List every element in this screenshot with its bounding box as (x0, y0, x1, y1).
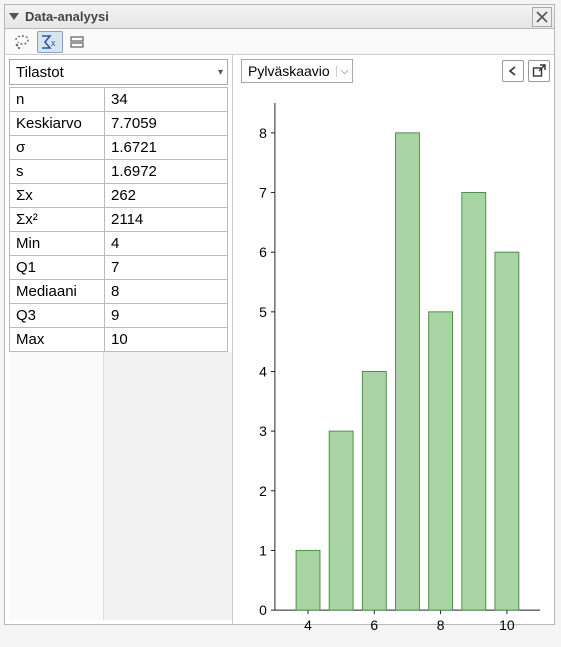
table-row: Σx²2114 (10, 208, 228, 232)
panel-body: Tilastot ▾ n34Keskiarvo7.7059σ1.6721s1.6… (5, 55, 554, 624)
stat-value: 1.6721 (105, 136, 228, 160)
table-row: Σx262 (10, 184, 228, 208)
stats-filler (9, 352, 232, 620)
chart-popout-button[interactable] (528, 60, 550, 82)
chevron-down-icon: ⌵ (336, 66, 349, 77)
bar (296, 550, 320, 610)
bar (462, 193, 486, 611)
svg-text:8: 8 (259, 125, 267, 141)
svg-text:5: 5 (259, 304, 267, 320)
stat-value: 7 (105, 256, 228, 280)
stat-value: 8 (105, 280, 228, 304)
bar (495, 252, 519, 610)
arrow-left-boxed-icon (506, 64, 520, 78)
stat-label: σ (10, 136, 105, 160)
svg-text:4: 4 (259, 363, 267, 379)
stat-label: Q3 (10, 304, 105, 328)
stats-table: n34Keskiarvo7.7059σ1.6721s1.6972Σx262Σx²… (9, 87, 228, 352)
stat-value: 7.7059 (105, 112, 228, 136)
close-icon (536, 11, 548, 23)
bar (329, 431, 353, 610)
stat-label: s (10, 160, 105, 184)
svg-text:7: 7 (259, 185, 267, 201)
stat-value: 1.6972 (105, 160, 228, 184)
svg-text:3: 3 (259, 423, 267, 439)
stat-value: 34 (105, 88, 228, 112)
table-row: Q17 (10, 256, 228, 280)
stats-view-combo-label: Tilastot (16, 64, 64, 81)
svg-text:6: 6 (259, 244, 267, 260)
table-row: Mediaani8 (10, 280, 228, 304)
popout-icon (532, 64, 546, 78)
bar (396, 133, 420, 610)
stat-label: Keskiarvo (10, 112, 105, 136)
table-row: σ1.6721 (10, 136, 228, 160)
stats-view-combo[interactable]: Tilastot ▾ (9, 59, 228, 85)
stat-label: Mediaani (10, 280, 105, 304)
stats-column: Tilastot ▾ n34Keskiarvo7.7059σ1.6721s1.6… (5, 55, 233, 624)
chevron-down-icon: ▾ (218, 67, 223, 78)
stat-value: 4 (105, 232, 228, 256)
stack-icon (69, 34, 87, 50)
svg-text:0: 0 (259, 602, 267, 618)
select-tool-button[interactable] (9, 31, 35, 53)
panel-title: Data-analyysi (25, 9, 109, 24)
stack-tool-button[interactable] (65, 31, 91, 53)
data-analysis-panel: Data-analyysi x (4, 4, 555, 625)
chart-type-combo-label: Pylväskaavio (248, 63, 330, 79)
table-row: Max10 (10, 328, 228, 352)
table-row: Q39 (10, 304, 228, 328)
chart-area[interactable]: 01234567846810 (241, 83, 550, 644)
stat-value: 2114 (105, 208, 228, 232)
stat-value: 262 (105, 184, 228, 208)
sigma-x-icon: x (40, 34, 60, 50)
chart-type-combo[interactable]: Pylväskaavio ⌵ (241, 59, 353, 83)
stat-label: Max (10, 328, 105, 352)
chart-prev-button[interactable] (502, 60, 524, 82)
table-row: Keskiarvo7.7059 (10, 112, 228, 136)
chart-header: Pylväskaavio ⌵ (241, 59, 550, 83)
stat-value: 9 (105, 304, 228, 328)
stat-label: n (10, 88, 105, 112)
collapse-triangle-icon[interactable] (9, 13, 19, 20)
lasso-icon (13, 34, 31, 50)
table-row: Min4 (10, 232, 228, 256)
svg-text:2: 2 (259, 483, 267, 499)
table-row: s1.6972 (10, 160, 228, 184)
stat-label: Min (10, 232, 105, 256)
bar-chart: 01234567846810 (241, 83, 550, 644)
stat-label: Σx (10, 184, 105, 208)
table-row: n34 (10, 88, 228, 112)
chart-column: Pylväskaavio ⌵ 01234567846810 (233, 55, 554, 624)
stat-value: 10 (105, 328, 228, 352)
panel-titlebar: Data-analyysi (5, 5, 554, 29)
svg-text:x: x (51, 38, 56, 48)
close-button[interactable] (532, 7, 552, 27)
toolbar: x (5, 29, 554, 55)
stat-label: Q1 (10, 256, 105, 280)
bar (362, 371, 386, 610)
stat-label: Σx² (10, 208, 105, 232)
sum-tool-button[interactable]: x (37, 31, 63, 53)
bar (429, 312, 453, 610)
svg-text:1: 1 (259, 542, 267, 558)
